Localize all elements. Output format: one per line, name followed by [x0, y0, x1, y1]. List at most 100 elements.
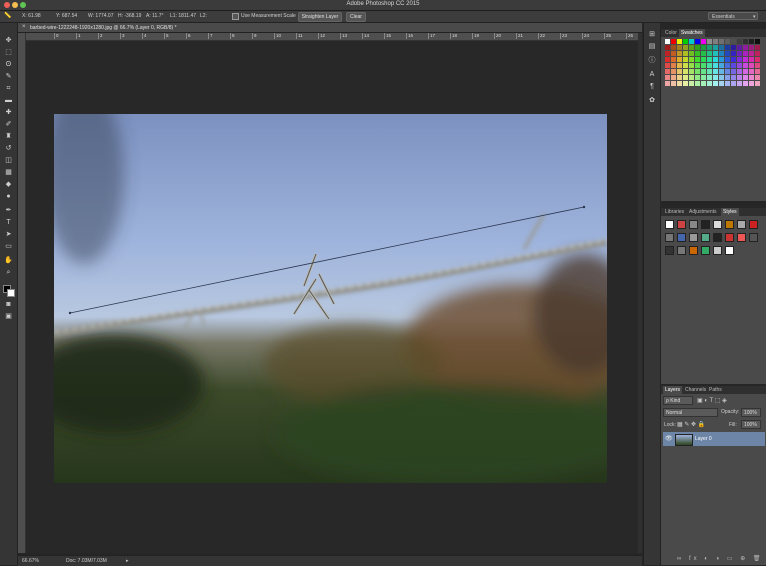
style-thumbnail[interactable] — [749, 220, 758, 229]
swatch[interactable] — [695, 81, 700, 86]
swatch[interactable] — [719, 75, 724, 80]
style-thumbnail[interactable] — [713, 246, 722, 255]
layer-footer-icons[interactable]: ∞ fx ◐ ◑ ▭ ⊕ 🗑 — [677, 555, 764, 562]
swatch[interactable] — [755, 75, 760, 80]
swatch[interactable] — [737, 57, 742, 62]
swatch[interactable] — [683, 39, 688, 44]
blend-mode-select[interactable]: Normal — [663, 408, 718, 417]
brush-tool-icon[interactable]: ✐ — [4, 121, 13, 129]
status-menu-icon[interactable]: ▸ — [126, 558, 129, 564]
style-thumbnail[interactable] — [737, 233, 746, 242]
swatch[interactable] — [737, 45, 742, 50]
swatch[interactable] — [737, 69, 742, 74]
swatch[interactable] — [719, 57, 724, 62]
style-thumbnail[interactable] — [725, 246, 734, 255]
tab-styles[interactable]: Styles — [721, 208, 739, 216]
style-thumbnail[interactable] — [677, 233, 686, 242]
quick-selection-tool-icon[interactable]: ✎ — [4, 73, 13, 81]
swatch[interactable] — [701, 69, 706, 74]
style-thumbnail[interactable] — [701, 233, 710, 242]
swatch[interactable] — [713, 39, 718, 44]
swatch[interactable] — [689, 75, 694, 80]
swatch[interactable] — [701, 63, 706, 68]
swatch[interactable] — [719, 81, 724, 86]
swatch[interactable] — [743, 75, 748, 80]
style-thumbnail[interactable] — [701, 246, 710, 255]
swatch[interactable] — [677, 39, 682, 44]
swatch[interactable] — [689, 39, 694, 44]
swatch[interactable] — [665, 57, 670, 62]
swatch[interactable] — [707, 75, 712, 80]
swatch[interactable] — [743, 51, 748, 56]
swatch[interactable] — [689, 57, 694, 62]
swatch[interactable] — [707, 51, 712, 56]
swatch[interactable] — [749, 45, 754, 50]
swatch[interactable] — [731, 45, 736, 50]
swatch[interactable] — [755, 69, 760, 74]
style-thumbnail[interactable] — [665, 233, 674, 242]
style-thumbnail[interactable] — [713, 220, 722, 229]
swatch-grid[interactable] — [665, 39, 765, 89]
style-thumbnail[interactable] — [725, 233, 734, 242]
swatch[interactable] — [725, 81, 730, 86]
tab-libraries[interactable]: Libraries — [663, 208, 686, 216]
blur-tool-icon[interactable]: ◆ — [4, 181, 13, 189]
swatch[interactable] — [677, 75, 682, 80]
swatch[interactable] — [677, 45, 682, 50]
clone-stamp-icon[interactable]: ♜ — [4, 133, 13, 141]
style-thumbnail[interactable] — [677, 220, 686, 229]
type-tool-icon[interactable]: T — [4, 219, 13, 227]
swatch[interactable] — [749, 75, 754, 80]
swatch[interactable] — [755, 45, 760, 50]
swatch[interactable] — [695, 51, 700, 56]
swatch[interactable] — [725, 69, 730, 74]
swatch[interactable] — [755, 39, 760, 44]
swatch[interactable] — [677, 81, 682, 86]
properties-icon[interactable]: ▤ — [648, 43, 656, 51]
swatch[interactable] — [755, 57, 760, 62]
swatch[interactable] — [665, 75, 670, 80]
swatch[interactable] — [719, 45, 724, 50]
swatch[interactable] — [725, 75, 730, 80]
character-icon[interactable]: A — [648, 71, 656, 79]
swatch[interactable] — [689, 51, 694, 56]
swatch[interactable] — [713, 57, 718, 62]
swatch[interactable] — [707, 69, 712, 74]
swatch[interactable] — [719, 39, 724, 44]
swatch[interactable] — [701, 45, 706, 50]
document-image[interactable] — [54, 114, 607, 483]
eraser-tool-icon[interactable]: ◫ — [4, 157, 13, 165]
swatch[interactable] — [671, 51, 676, 56]
swatch[interactable] — [683, 45, 688, 50]
swatch[interactable] — [737, 81, 742, 86]
swatch[interactable] — [737, 39, 742, 44]
swatch[interactable] — [683, 63, 688, 68]
document-tab[interactable]: × barbed-wire-1222248-1920x1280.jpg @ 66… — [18, 23, 642, 33]
swatch[interactable] — [677, 57, 682, 62]
swatch[interactable] — [743, 45, 748, 50]
tab-layers[interactable]: Layers — [663, 386, 683, 394]
swatch[interactable] — [731, 63, 736, 68]
swatch[interactable] — [755, 81, 760, 86]
close-document-icon[interactable]: × — [22, 24, 26, 30]
swatch[interactable] — [701, 51, 706, 56]
opacity-field[interactable]: 100% — [741, 408, 761, 417]
swatch[interactable] — [743, 81, 748, 86]
style-grid[interactable] — [665, 220, 765, 270]
history-icon[interactable]: ⊞ — [648, 31, 656, 39]
vertical-ruler[interactable] — [18, 33, 26, 553]
swatch[interactable] — [743, 69, 748, 74]
marquee-tool-icon[interactable]: ⬚ — [4, 49, 13, 57]
swatch[interactable] — [749, 57, 754, 62]
swatch[interactable] — [725, 45, 730, 50]
swatch[interactable] — [725, 63, 730, 68]
style-thumbnail[interactable] — [689, 246, 698, 255]
zoom-level[interactable]: 66.67% — [22, 558, 39, 564]
swatch[interactable] — [707, 81, 712, 86]
swatch[interactable] — [689, 69, 694, 74]
zoom-tool-icon[interactable]: ⌕ — [4, 269, 13, 277]
swatch[interactable] — [713, 81, 718, 86]
swatch[interactable] — [743, 63, 748, 68]
swatch[interactable] — [695, 69, 700, 74]
swatch[interactable] — [725, 39, 730, 44]
